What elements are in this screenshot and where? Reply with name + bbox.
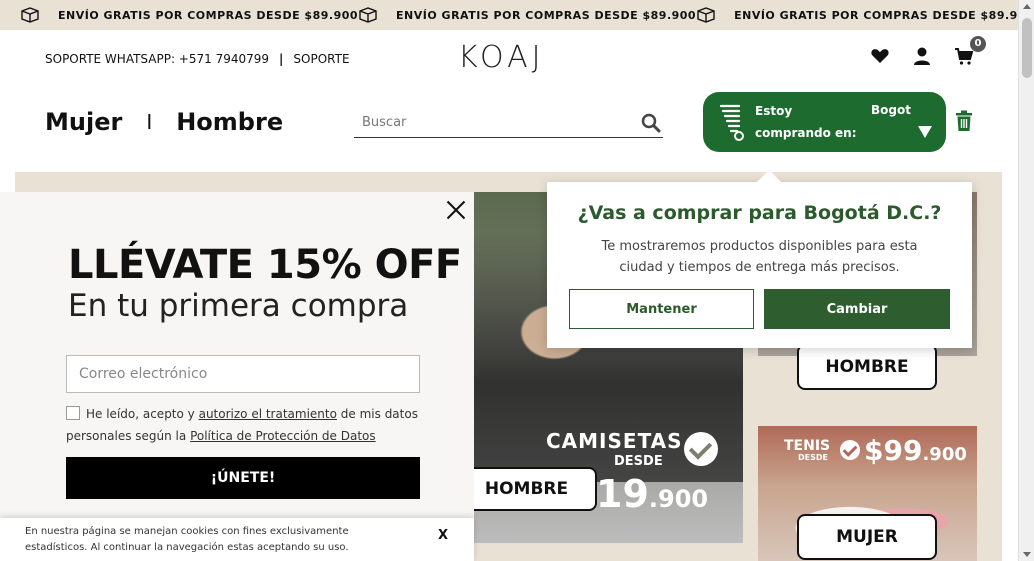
trash-icon[interactable] — [955, 110, 973, 132]
check-circle-icon — [840, 440, 860, 460]
location-description-text: Te mostraremos productos disponibles par… — [601, 239, 918, 275]
scroll-thumb[interactable] — [1022, 18, 1032, 78]
box-icon — [359, 7, 377, 23]
header-icons: 0 — [870, 36, 986, 66]
search-icon[interactable] — [641, 113, 661, 133]
banner-price: 19.900 — [596, 472, 708, 516]
gender-nav: Mujer I Hombre — [45, 108, 283, 136]
search-input[interactable] — [362, 115, 622, 130]
promo-text: ENVÍO GRATIS POR COMPRAS DESDE $89.900 — [734, 8, 1034, 22]
consent-text: He leído, acepto y autorizo el tratamien… — [66, 403, 426, 447]
location-line2: comprando en: — [755, 126, 857, 140]
tenis-title: TENIS DESDE — [784, 439, 830, 464]
check-circle-icon — [684, 432, 718, 466]
search-bar — [354, 108, 663, 138]
change-location-button[interactable]: Cambiar — [764, 289, 950, 329]
site-logo[interactable]: KOAJ — [458, 40, 545, 75]
location-caret-icon — [918, 126, 932, 138]
price-main: 19 — [596, 472, 649, 516]
join-button[interactable]: ¡ÚNETE! — [66, 457, 420, 499]
cart-button[interactable]: 0 — [954, 36, 986, 66]
page-scrollbar[interactable] — [1018, 0, 1034, 561]
nav-mujer[interactable]: Mujer — [45, 108, 122, 136]
promo-bar: ENVÍO GRATIS POR COMPRAS DESDE $89.900 E… — [0, 0, 1034, 30]
cookie-close-button[interactable]: X — [438, 528, 448, 544]
banner-desde: DESDE — [614, 454, 663, 469]
nav-separator: I — [146, 110, 153, 134]
price-main: $99 — [864, 434, 923, 467]
banner-right-hombre-button[interactable]: HOMBRE — [797, 344, 937, 390]
location-confirm-popover: ¿Vas a comprar para Bogotá D.C.? Te most… — [547, 170, 972, 348]
signup-subheadline: En tu primera compra — [68, 288, 409, 324]
consent-pre: He leído, acepto y — [86, 407, 199, 421]
privacy-policy-link[interactable]: Política de Protección de Datos — [190, 429, 376, 443]
promo-item: ENVÍO GRATIS POR COMPRAS DESDE $89.900 — [696, 7, 1034, 23]
scroll-down-icon[interactable] — [1023, 552, 1031, 557]
keep-location-button[interactable]: Mantener — [569, 289, 754, 329]
cookie-banner: En nuestra página se manejan cookies con… — [0, 518, 474, 561]
location-lines-icon — [719, 104, 744, 141]
box-icon — [21, 7, 39, 23]
user-icon[interactable] — [912, 46, 932, 66]
location-question: ¿Vas a comprar para Bogotá D.C.? — [577, 202, 942, 224]
nav-hombre[interactable]: Hombre — [176, 108, 283, 136]
promo-text: ENVÍO GRATIS POR COMPRAS DESDE $89.900 — [58, 8, 359, 22]
banner-title: CAMISETAS — [546, 429, 683, 453]
location-description: Te mostraremos productos disponibles par… — [547, 236, 972, 278]
location-line1: Estoy — [755, 104, 793, 118]
location-selector[interactable]: Estoy comprando en: Bogotá — [703, 92, 946, 152]
promo-text: ENVÍO GRATIS POR COMPRAS DESDE $89.900 — [396, 8, 697, 22]
box-icon — [697, 7, 715, 23]
promo-item: ENVÍO GRATIS POR COMPRAS DESDE $89.900 — [358, 7, 696, 23]
support-separator: | — [279, 52, 284, 66]
whatsapp-support-link[interactable]: SOPORTE WHATSAPP: +571 7940799 — [45, 52, 269, 66]
signup-headline: LLÉVATE 15% OFF — [68, 242, 462, 288]
email-field[interactable] — [66, 355, 420, 393]
price-cents: .900 — [922, 444, 967, 465]
tenis-desde: DESDE — [798, 453, 828, 462]
support-links: SOPORTE WHATSAPP: +571 7940799 | SOPORTE — [45, 52, 350, 66]
location-city: Bogotá — [871, 103, 911, 117]
signup-popup: LLÉVATE 15% OFF En tu primera compra He … — [0, 192, 474, 561]
banner-hombre-button[interactable]: HOMBRE — [456, 467, 597, 511]
heart-icon[interactable] — [870, 46, 890, 66]
price-cents: .900 — [648, 485, 709, 513]
banner-mujer-button[interactable]: MUJER — [797, 514, 937, 560]
consent-link-treatment[interactable]: autorizo el tratamiento — [199, 407, 337, 421]
cart-count-badge: 0 — [970, 36, 986, 52]
scroll-up-icon[interactable] — [1023, 4, 1031, 9]
promo-item: ENVÍO GRATIS POR COMPRAS DESDE $89.900 — [20, 7, 358, 23]
cookie-text: En nuestra página se manejan cookies con… — [25, 526, 349, 553]
location-label: Estoy comprando en: — [755, 100, 865, 144]
consent-checkbox[interactable] — [66, 406, 80, 420]
tenis-price: $99.900 — [864, 434, 967, 467]
support-link[interactable]: SOPORTE — [293, 52, 349, 66]
site-header: SOPORTE WHATSAPP: +571 7940799 | SOPORTE… — [0, 30, 1018, 172]
close-icon[interactable] — [446, 200, 466, 220]
